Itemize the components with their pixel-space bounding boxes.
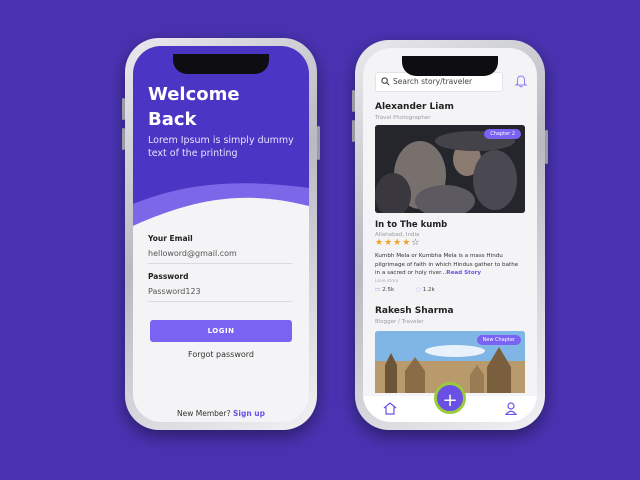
- story-description: Kumbh Mela or Kumbha Mela is a mass Hind…: [375, 252, 525, 278]
- power-button: [317, 126, 320, 160]
- likes-stat[interactable]: ▭ 2.5k: [375, 287, 404, 293]
- phone-login: Welcome Back Lorem Ipsum is simply dummy…: [122, 38, 320, 430]
- forgot-password-link[interactable]: Forgot password: [133, 350, 309, 359]
- power-button: [545, 130, 548, 164]
- post-author-role: Travel Photographer: [375, 115, 431, 121]
- story-stats: ▭ 2.5k ◌ 1.2k: [375, 287, 455, 293]
- signup-row: New Member? Sign up: [133, 409, 309, 418]
- star-icon: ★: [375, 238, 385, 248]
- star-rating: ★★★★☆: [375, 238, 420, 248]
- chapter-chip[interactable]: Chapter 2: [484, 129, 521, 139]
- notch: [402, 56, 498, 76]
- star-icon: ★: [384, 238, 394, 248]
- volume-up-button: [352, 90, 355, 112]
- hero-subtitle: Lorem Ipsum is simply dummy text of the …: [148, 135, 294, 159]
- login-button[interactable]: LOGIN: [150, 320, 292, 342]
- star-icon: ★: [402, 238, 412, 248]
- password-label: Password: [148, 272, 189, 281]
- story-caption: Love story: [375, 279, 399, 284]
- password-field[interactable]: Password123: [148, 287, 292, 302]
- bottom-nav: +: [363, 382, 537, 422]
- signup-link[interactable]: Sign up: [233, 409, 265, 418]
- comments-count: 1.2k: [422, 287, 435, 293]
- search-placeholder: Search story/traveler: [393, 77, 473, 86]
- star-outline-icon: ☆: [411, 238, 421, 248]
- login-screen: Welcome Back Lorem Ipsum is simply dummy…: [133, 46, 309, 422]
- book-icon: ▭: [375, 287, 381, 293]
- notch: [173, 54, 269, 74]
- feed-screen: Search story/traveler Alexander Liam Tra…: [363, 48, 537, 422]
- home-icon[interactable]: [383, 402, 397, 415]
- add-story-button[interactable]: +: [434, 382, 466, 414]
- hero-wave: [133, 166, 309, 226]
- volume-up-button: [122, 98, 125, 120]
- welcome-title: Welcome Back: [148, 84, 240, 130]
- volume-down-button: [122, 128, 125, 150]
- post-author[interactable]: Alexander Liam: [375, 102, 454, 112]
- volume-down-button: [352, 120, 355, 142]
- read-story-link[interactable]: Read Story: [446, 270, 481, 276]
- comment-icon: ◌: [415, 287, 421, 293]
- post-photo[interactable]: Chapter 2: [375, 125, 525, 213]
- member-prompt: New Member?: [177, 409, 231, 418]
- email-field[interactable]: helloword@gmail.com: [148, 249, 292, 264]
- likes-count: 2.5k: [382, 287, 395, 293]
- bell-icon[interactable]: [515, 75, 527, 88]
- new-chapter-chip[interactable]: New Chapter: [476, 335, 521, 345]
- star-icon: ★: [393, 238, 403, 248]
- post-author[interactable]: Rakesh Sharma: [375, 306, 454, 316]
- search-icon: [381, 77, 390, 86]
- phone-feed: Search story/traveler Alexander Liam Tra…: [352, 40, 548, 430]
- comments-stat[interactable]: ◌ 1.2k: [416, 287, 445, 293]
- post-author-role: Blogger / Traveler: [375, 319, 424, 325]
- story-title[interactable]: In to The kumb: [375, 220, 447, 230]
- profile-icon[interactable]: [505, 402, 517, 415]
- email-label: Your Email: [148, 234, 193, 243]
